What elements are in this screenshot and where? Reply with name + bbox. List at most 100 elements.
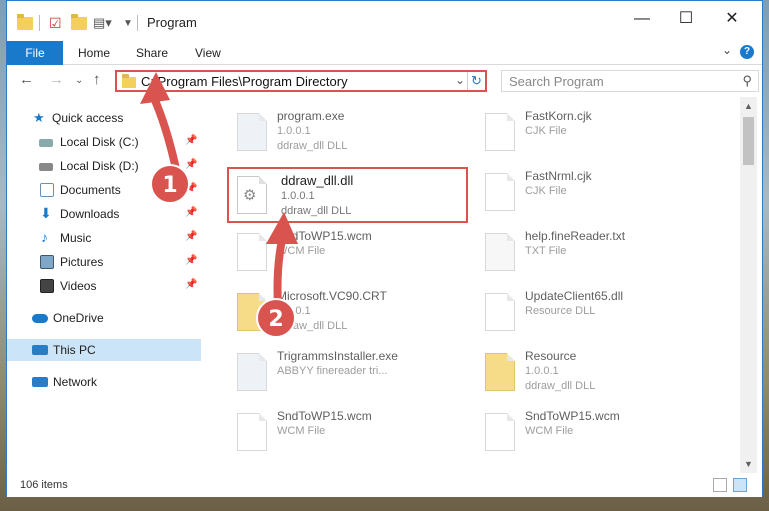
close-button[interactable]: ✕: [717, 7, 747, 31]
large-icons-view-icon[interactable]: [733, 478, 747, 492]
scroll-thumb[interactable]: [743, 117, 754, 165]
folder-icon: [122, 74, 136, 88]
new-folder-icon[interactable]: [71, 13, 87, 33]
file-detail: ABBYY finereader tri...: [277, 365, 388, 377]
status-bar: 106 items: [7, 473, 762, 497]
search-icon[interactable]: ⚲: [742, 73, 752, 89]
forward-icon[interactable]: →: [49, 71, 64, 88]
file-icon: [481, 171, 519, 213]
file-name: FastNrml.cjk: [525, 169, 592, 183]
file-item[interactable]: program.exe 1.0.0.1 ddraw_dll DLL: [227, 103, 467, 159]
file-name: SndToWP15.wcm: [525, 409, 620, 423]
file-name: FastKorn.cjk: [525, 109, 592, 123]
file-detail: 1.0.0.1: [277, 125, 311, 137]
nav-quick-access[interactable]: ★ Quick access: [7, 107, 201, 129]
file-name: SndToWP15.wcm: [277, 409, 372, 423]
pin-icon[interactable]: 📌: [185, 135, 197, 146]
file-item[interactable]: SndToWP15.wcm WCM File: [227, 223, 467, 279]
file-item[interactable]: FastKorn.cjk CJK File: [475, 103, 715, 159]
nav-label: Videos: [60, 279, 97, 293]
vertical-scrollbar[interactable]: ▲ ▼: [740, 97, 757, 473]
folder-icon: [481, 351, 519, 393]
computer-icon: [32, 345, 48, 355]
tab-home[interactable]: Home: [78, 41, 110, 65]
nav-music[interactable]: ♪ Music 📌: [7, 227, 201, 249]
videos-icon: [40, 279, 54, 293]
maximize-button[interactable]: ☐: [671, 7, 701, 31]
pictures-icon: [40, 255, 54, 269]
navigation-pane: ★ Quick access Local Disk (C:) 📌 Local D…: [7, 97, 201, 473]
file-item[interactable]: UpdateClient65.dll Resource DLL: [475, 283, 715, 339]
details-view-icon[interactable]: [713, 478, 727, 492]
nav-label: Network: [53, 375, 98, 389]
recent-dropdown-icon[interactable]: ⌄: [75, 75, 83, 86]
nav-label: This PC: [53, 343, 96, 357]
nav-videos[interactable]: Videos 📌: [7, 275, 201, 297]
file-item[interactable]: TrigrammsInstaller.exe ABBYY finereader …: [227, 343, 467, 399]
scroll-down-icon[interactable]: ▼: [744, 459, 753, 469]
file-icon: [481, 111, 519, 153]
refresh-icon[interactable]: ↻: [467, 72, 485, 90]
nav-this-pc[interactable]: This PC: [7, 339, 201, 361]
file-detail: WCM File: [277, 425, 326, 437]
nav-label: Music: [60, 231, 92, 245]
file-name: help.fineReader.txt: [525, 229, 626, 243]
separator: [39, 13, 40, 33]
file-name: SndToWP15.wcm: [277, 229, 372, 243]
back-icon[interactable]: ←: [19, 71, 34, 88]
file-item-highlighted[interactable]: ⚙ ddraw_dll.dll 1.0.0.1 ddraw_dll DLL: [227, 167, 468, 223]
step-1-badge: 1: [150, 164, 190, 204]
nav-downloads[interactable]: ⬇ Downloads 📌: [7, 203, 201, 225]
nav-label: Downloads: [60, 207, 120, 221]
nav-label: Documents: [60, 183, 121, 197]
pin-icon[interactable]: 📌: [185, 255, 197, 266]
file-detail: ddraw_dll DLL: [281, 205, 352, 217]
ribbon: File Home Share View ⌄ ?: [7, 41, 762, 65]
tab-share[interactable]: Share: [136, 41, 168, 65]
file-item[interactable]: help.fineReader.txt TXT File: [475, 223, 715, 279]
file-detail: ddraw_dll DLL: [277, 140, 348, 152]
star-icon: ★: [33, 110, 45, 125]
tab-file[interactable]: File: [7, 41, 63, 65]
customize-toolbar-icon[interactable]: ▤▾: [93, 13, 112, 33]
exe-icon: [233, 351, 271, 393]
nav-label: OneDrive: [53, 311, 104, 325]
pin-icon[interactable]: 📌: [185, 159, 197, 170]
file-icon: [481, 411, 519, 453]
nav-network[interactable]: Network: [7, 371, 201, 393]
up-icon[interactable]: ↑: [93, 71, 101, 88]
pin-icon[interactable]: 📌: [185, 231, 197, 242]
expand-ribbon-icon[interactable]: ⌄: [722, 43, 732, 57]
tab-view[interactable]: View: [195, 41, 221, 65]
nav-onedrive[interactable]: OneDrive: [7, 307, 201, 329]
search-placeholder: Search Program: [509, 74, 604, 89]
nav-local-disk-c[interactable]: Local Disk (C:) 📌: [7, 131, 201, 153]
chevron-down-icon[interactable]: ⌄: [455, 73, 465, 87]
file-name: UpdateClient65.dll: [525, 289, 624, 303]
file-item[interactable]: FastNrml.cjk CJK File: [475, 163, 715, 219]
file-item[interactable]: Resource 1.0.0.1 ddraw_dll DLL: [475, 343, 715, 399]
pin-icon[interactable]: 📌: [185, 207, 197, 218]
address-bar[interactable]: C:\Program Files\Program Directory ⌄ ↻: [115, 70, 487, 92]
music-icon: ♪: [41, 229, 48, 245]
file-icon: [233, 411, 271, 453]
toolbar-dropdown-icon[interactable]: ▼: [123, 13, 133, 33]
pin-icon[interactable]: 📌: [185, 279, 197, 290]
help-icon[interactable]: ?: [740, 45, 754, 59]
file-item[interactable]: SndToWP15.wcm WCM File: [475, 403, 715, 459]
network-icon: [32, 377, 48, 387]
search-input[interactable]: Search Program ⚲: [501, 70, 759, 92]
scroll-up-icon[interactable]: ▲: [744, 101, 753, 111]
file-item[interactable]: SndToWP15.wcm WCM File: [227, 403, 467, 459]
properties-icon[interactable]: ☑: [49, 13, 62, 33]
minimize-button[interactable]: —: [627, 7, 657, 31]
item-count: 106 items: [20, 479, 68, 491]
file-name: ddraw_dll.dll: [281, 173, 354, 188]
file-list: program.exe 1.0.0.1 ddraw_dll DLL SndToW…: [207, 97, 737, 473]
nav-label: Quick access: [52, 111, 124, 125]
file-detail: CJK File: [525, 185, 567, 197]
address-path[interactable]: C:\Program Files\Program Directory: [141, 74, 348, 89]
dll-gear-icon: ⚙: [233, 174, 271, 216]
nav-pictures[interactable]: Pictures 📌: [7, 251, 201, 273]
file-detail: 1.0.0.1: [525, 365, 559, 377]
